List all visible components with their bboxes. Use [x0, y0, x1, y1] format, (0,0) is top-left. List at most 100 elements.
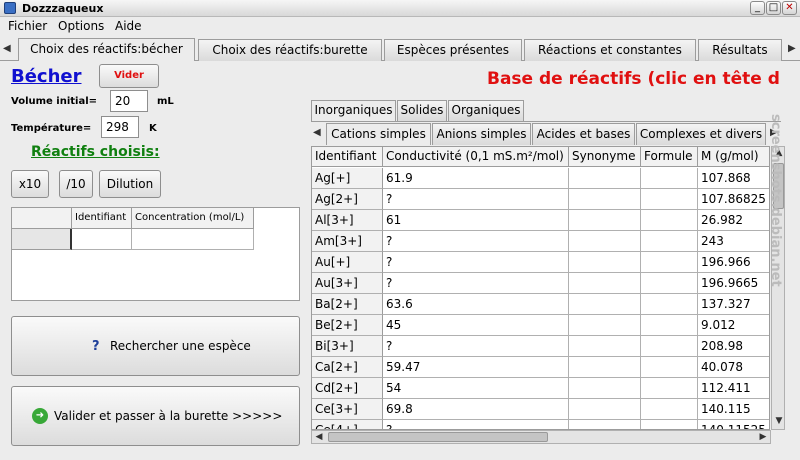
- table-cell[interactable]: [569, 378, 641, 399]
- scroll-down-icon[interactable]: ▼: [772, 415, 786, 429]
- table-cell[interactable]: [132, 229, 254, 250]
- table-cell[interactable]: [569, 210, 641, 231]
- table-cell[interactable]: [569, 420, 641, 429]
- tab-scroll-right-icon[interactable]: ▶: [788, 43, 796, 54]
- table-cell[interactable]: 26.982: [698, 210, 769, 231]
- subtab-anions[interactable]: Anions simples: [432, 123, 531, 145]
- table-cell[interactable]: 112.411: [698, 378, 769, 399]
- valider-button[interactable]: ➜ Valider et passer à la burette >>>>>: [11, 386, 300, 446]
- row-identifiant[interactable]: Am[3+]: [312, 231, 383, 252]
- vider-button[interactable]: Vider: [99, 64, 159, 88]
- close-icon[interactable]: ✕: [782, 1, 797, 15]
- table-cell[interactable]: 107.86825: [698, 189, 769, 210]
- table-cell[interactable]: [641, 273, 698, 294]
- header-synonyme[interactable]: Synonyme: [569, 147, 641, 167]
- dilution-button[interactable]: Dilution: [99, 170, 161, 198]
- header-formule[interactable]: Formule: [641, 147, 698, 167]
- header-identifiant[interactable]: Identifiant: [72, 208, 132, 229]
- table-cell[interactable]: [641, 315, 698, 336]
- row-identifiant[interactable]: Au[+]: [312, 252, 383, 273]
- header-conductivite[interactable]: Conductivité (0,1 mS.m²/mol): [383, 147, 569, 167]
- tab-scroll-left-icon[interactable]: ◀: [3, 43, 11, 54]
- table-cell[interactable]: ?: [383, 252, 569, 273]
- subtab-inorganiques[interactable]: Inorganiques: [311, 100, 396, 121]
- table-cell[interactable]: 196.9665: [698, 273, 769, 294]
- table-cell[interactable]: [569, 252, 641, 273]
- table-cell[interactable]: [641, 231, 698, 252]
- row-header-cell[interactable]: [12, 229, 72, 250]
- table-cell[interactable]: [641, 378, 698, 399]
- subtab-organiques[interactable]: Organiques: [448, 100, 524, 121]
- x10-button[interactable]: x10: [11, 170, 49, 198]
- table-cell[interactable]: 140.115: [698, 399, 769, 420]
- temperature-input[interactable]: 298: [101, 116, 139, 138]
- table-cell[interactable]: [641, 210, 698, 231]
- subtab-complexes[interactable]: Complexes et divers: [636, 123, 766, 145]
- table-cell[interactable]: [641, 294, 698, 315]
- subtab-solides[interactable]: Solides: [397, 100, 447, 121]
- table-cell[interactable]: 243: [698, 231, 769, 252]
- tab-reactions[interactable]: Réactions et constantes: [524, 39, 696, 61]
- row-identifiant[interactable]: Al[3+]: [312, 210, 383, 231]
- table-cell[interactable]: [569, 189, 641, 210]
- table-cell[interactable]: [641, 336, 698, 357]
- scroll-left-icon[interactable]: ◀: [312, 431, 326, 445]
- table-cell[interactable]: 107.868: [698, 168, 769, 189]
- table-cell[interactable]: ?: [383, 336, 569, 357]
- row-identifiant[interactable]: Ce[4+]: [312, 420, 383, 429]
- row-identifiant[interactable]: Ag[2+]: [312, 189, 383, 210]
- table-cell[interactable]: ?: [383, 189, 569, 210]
- table-cell[interactable]: 59.47: [383, 357, 569, 378]
- table-cell[interactable]: [569, 294, 641, 315]
- table-cell[interactable]: 63.6: [383, 294, 569, 315]
- row-identifiant[interactable]: Bi[3+]: [312, 336, 383, 357]
- table-cell[interactable]: [569, 399, 641, 420]
- scroll-thumb[interactable]: [328, 432, 548, 442]
- header-identifiant[interactable]: Identifiant: [312, 147, 383, 167]
- table-cell[interactable]: ?: [383, 420, 569, 429]
- table-cell[interactable]: 61.9: [383, 168, 569, 189]
- row-identifiant[interactable]: Ba[2+]: [312, 294, 383, 315]
- table-cell[interactable]: [569, 315, 641, 336]
- table-cell[interactable]: 45: [383, 315, 569, 336]
- subtab-scroll-left-icon[interactable]: ◀: [313, 127, 321, 138]
- header-concentration[interactable]: Concentration (mol/L): [132, 208, 254, 229]
- table-cell[interactable]: 40.078: [698, 357, 769, 378]
- row-identifiant[interactable]: Ca[2+]: [312, 357, 383, 378]
- table-cell[interactable]: [72, 229, 132, 250]
- subtab-cations[interactable]: Cations simples: [326, 123, 431, 145]
- table-cell[interactable]: 196.966: [698, 252, 769, 273]
- table-cell[interactable]: [641, 189, 698, 210]
- table-cell[interactable]: [641, 252, 698, 273]
- table-cell[interactable]: 9.012: [698, 315, 769, 336]
- table-cell[interactable]: 140.11525: [698, 420, 769, 429]
- tab-becher[interactable]: Choix des réactifs:bécher: [18, 38, 195, 61]
- table-cell[interactable]: 54: [383, 378, 569, 399]
- header-masse-molaire[interactable]: M (g/mol): [698, 147, 769, 167]
- table-cell[interactable]: [569, 231, 641, 252]
- row-identifiant[interactable]: Au[3+]: [312, 273, 383, 294]
- table-cell[interactable]: [569, 357, 641, 378]
- scroll-right-icon[interactable]: ▶: [756, 431, 770, 445]
- table-cell[interactable]: [569, 273, 641, 294]
- row-identifiant[interactable]: Be[2+]: [312, 315, 383, 336]
- grid-horizontal-scrollbar[interactable]: ◀ ▶: [311, 430, 771, 444]
- table-cell[interactable]: 137.327: [698, 294, 769, 315]
- row-identifiant[interactable]: Ce[3+]: [312, 399, 383, 420]
- maximize-icon[interactable]: □: [766, 1, 781, 15]
- table-cell[interactable]: 208.98: [698, 336, 769, 357]
- rechercher-button[interactable]: ? Rechercher une espèce: [11, 316, 300, 376]
- minimize-icon[interactable]: _: [750, 1, 765, 15]
- table-cell[interactable]: ?: [383, 231, 569, 252]
- row-identifiant[interactable]: Cd[2+]: [312, 378, 383, 399]
- menu-options[interactable]: Options: [58, 19, 104, 33]
- subtab-acides-bases[interactable]: Acides et bases: [532, 123, 635, 145]
- table-cell[interactable]: [569, 336, 641, 357]
- menu-aide[interactable]: Aide: [115, 19, 142, 33]
- volume-input[interactable]: 20: [110, 90, 148, 112]
- tab-especes[interactable]: Espèces présentes: [384, 39, 522, 61]
- table-cell[interactable]: [569, 168, 641, 189]
- table-cell[interactable]: 69.8: [383, 399, 569, 420]
- table-cell[interactable]: [641, 420, 698, 429]
- table-cell[interactable]: [641, 399, 698, 420]
